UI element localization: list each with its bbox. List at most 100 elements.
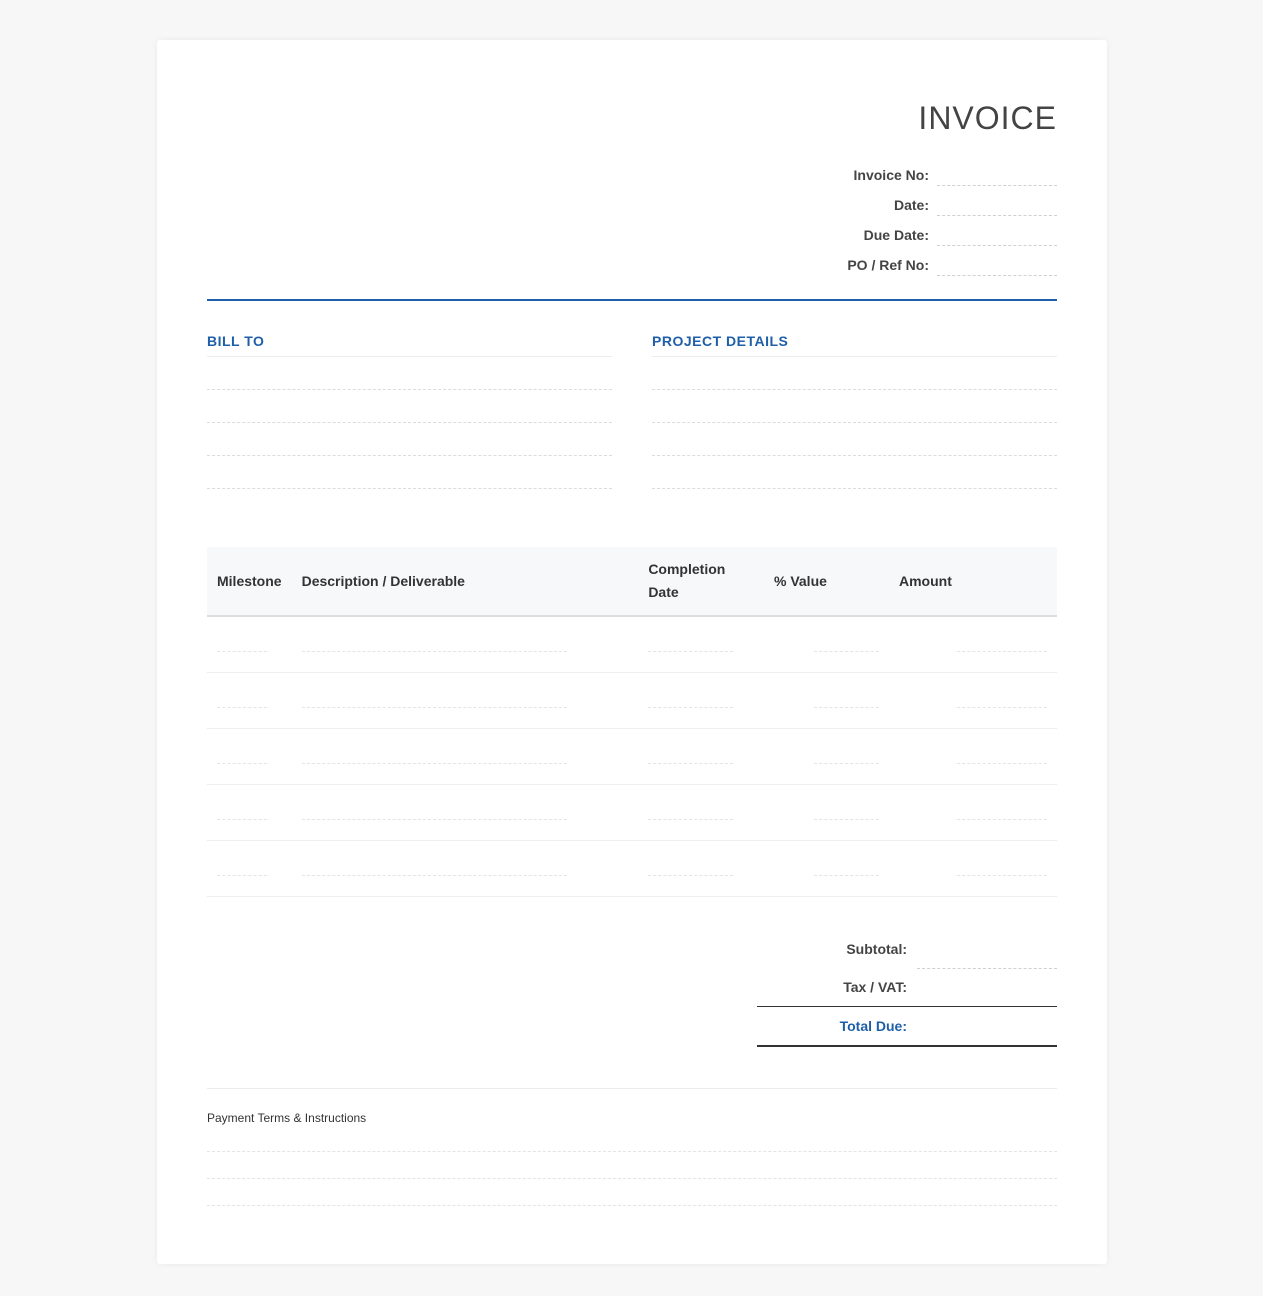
invoice-page: INVOICE Invoice No: Date: Due Date: PO /… (157, 40, 1107, 1264)
description-cell-line (301, 706, 567, 708)
bill-to-line[interactable] (207, 423, 612, 456)
subtotal-label: Subtotal: (846, 941, 907, 957)
milestone-cell-line (217, 650, 267, 652)
percent-value-cell[interactable] (763, 616, 889, 673)
project-details-line[interactable] (652, 357, 1057, 390)
description-cell[interactable] (291, 784, 639, 841)
percent-value-cell[interactable] (763, 672, 889, 729)
date-label: Date: (893, 197, 929, 213)
amount-cell[interactable] (888, 728, 1057, 785)
project-details-heading: PROJECT DETAILS (652, 333, 1057, 357)
description-cell-line (301, 762, 567, 764)
amount-cell-line (956, 874, 1047, 876)
percent-value-cell[interactable] (763, 840, 889, 897)
description-cell-line (301, 650, 567, 652)
description-cell-line (301, 874, 567, 876)
amount-cell-line (956, 650, 1047, 652)
total-due-label: Total Due: (839, 1018, 907, 1034)
amount-cell-line (956, 818, 1047, 820)
invoice-no-row: Invoice No: (717, 156, 1057, 186)
milestone-cell-line (217, 706, 267, 708)
payment-terms-section: Payment Terms & Instructions (207, 1088, 1057, 1206)
table-row (207, 616, 1057, 673)
description-cell[interactable] (291, 616, 639, 673)
po-ref-label: PO / Ref No: (847, 257, 929, 273)
amount-cell[interactable] (888, 672, 1057, 729)
invoice-no-field[interactable] (937, 161, 1057, 186)
tax-label: Tax / VAT: (843, 979, 907, 995)
payment-terms-heading: Payment Terms & Instructions (207, 1111, 367, 1125)
column-header-completion-date: Completion Date (638, 547, 764, 617)
description-cell[interactable] (291, 672, 639, 729)
milestone-cell-line (217, 818, 267, 820)
completion-date-cell[interactable] (638, 840, 764, 897)
project-details-line[interactable] (652, 456, 1057, 489)
percent-value-cell-line (813, 818, 879, 820)
percent-value-cell[interactable] (763, 784, 889, 841)
payment-terms-line[interactable] (207, 1179, 1057, 1206)
table-row (207, 728, 1057, 785)
invoice-no-label: Invoice No: (853, 167, 929, 183)
amount-cell[interactable] (888, 616, 1057, 673)
amount-cell-line (956, 762, 1047, 764)
table-row (207, 784, 1057, 841)
milestone-cell[interactable] (207, 784, 292, 841)
header-divider (207, 299, 1057, 301)
bill-to-line[interactable] (207, 390, 612, 423)
percent-value-cell-line (813, 874, 879, 876)
due-date-row: Due Date: (717, 216, 1057, 246)
column-header-description: Description / Deliverable (291, 547, 639, 617)
completion-date-cell-line (648, 818, 734, 820)
po-ref-row: PO / Ref No: (717, 246, 1057, 276)
tax-row: Tax / VAT: (757, 968, 1057, 1006)
description-cell[interactable] (291, 728, 639, 785)
milestone-cell[interactable] (207, 616, 292, 673)
completion-date-cell[interactable] (638, 616, 764, 673)
amount-cell[interactable] (888, 784, 1057, 841)
due-date-label: Due Date: (863, 227, 929, 243)
po-ref-field[interactable] (937, 251, 1057, 276)
completion-date-cell[interactable] (638, 728, 764, 785)
table-row (207, 672, 1057, 729)
description-cell[interactable] (291, 840, 639, 897)
invoice-title: INVOICE (918, 100, 1057, 136)
milestone-cell[interactable] (207, 840, 292, 897)
date-field[interactable] (937, 191, 1057, 216)
column-header-amount: Amount (888, 547, 1057, 617)
completion-date-cell-line (648, 650, 734, 652)
payment-terms-line[interactable] (207, 1152, 1057, 1179)
bill-to-line[interactable] (207, 456, 612, 489)
completion-date-cell[interactable] (638, 672, 764, 729)
completion-date-cell-line (648, 874, 734, 876)
due-date-field[interactable] (937, 221, 1057, 246)
milestone-cell[interactable] (207, 672, 292, 729)
subtotal-field[interactable] (917, 930, 1057, 969)
amount-cell[interactable] (888, 840, 1057, 897)
percent-value-cell-line (813, 706, 879, 708)
milestone-cell-line (217, 762, 267, 764)
bill-to-heading: BILL TO (207, 333, 612, 357)
table-header-row: Milestone Description / Deliverable Comp… (207, 547, 1057, 617)
milestone-cell[interactable] (207, 728, 292, 785)
percent-value-cell-line (813, 762, 879, 764)
percent-value-cell-line (813, 650, 879, 652)
subtotal-row: Subtotal: (757, 930, 1057, 969)
milestones-table: Milestone Description / Deliverable Comp… (207, 547, 1057, 897)
bill-to-section: BILL TO (207, 333, 612, 489)
invoice-meta: Invoice No: Date: Due Date: PO / Ref No: (717, 156, 1057, 276)
completion-date-cell-line (648, 762, 734, 764)
milestone-cell-line (217, 874, 267, 876)
date-row: Date: (717, 186, 1057, 216)
completion-date-cell-line (648, 706, 734, 708)
total-due-row: Total Due: (757, 1006, 1057, 1047)
project-details-line[interactable] (652, 423, 1057, 456)
bill-to-line[interactable] (207, 357, 612, 390)
payment-terms-line[interactable] (207, 1125, 1057, 1152)
percent-value-cell[interactable] (763, 728, 889, 785)
project-details-line[interactable] (652, 390, 1057, 423)
project-details-section: PROJECT DETAILS (652, 333, 1057, 489)
totals-block: Subtotal: Tax / VAT: Total Due: (757, 930, 1057, 1047)
description-cell-line (301, 818, 567, 820)
amount-cell-line (956, 706, 1047, 708)
completion-date-cell[interactable] (638, 784, 764, 841)
